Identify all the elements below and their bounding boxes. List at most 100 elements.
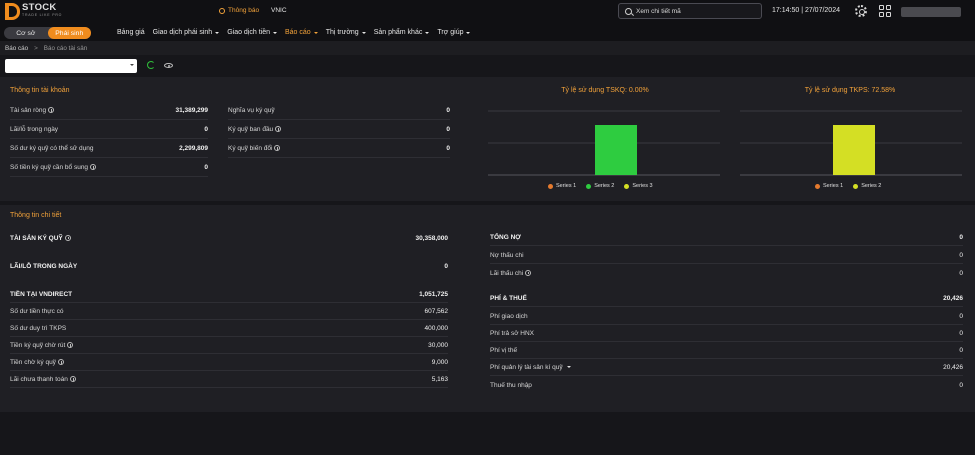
nav-item-giao-dich-tien[interactable]: Giao dịch tiền — [227, 29, 277, 36]
chart-title-tkps: Tỷ lệ sử dụng TKPS: 72.58% — [804, 87, 896, 94]
row-value: 20,426 — [943, 295, 963, 302]
apps-grid-icon[interactable] — [879, 5, 891, 17]
row-label-text: Số dư duy trì TKPS — [10, 325, 67, 332]
chevron-down-icon — [425, 31, 430, 34]
row-tien-cho-ky-quy: Tiền chờ ký quỹ 9,000 — [10, 355, 448, 371]
info-icon[interactable] — [57, 359, 64, 366]
row-label-text: Ký quỹ biến đổi — [228, 145, 273, 152]
info-icon[interactable] — [274, 145, 281, 152]
nav-item-giao-dich-phai-sinh[interactable]: Giao dịch phái sinh — [153, 29, 220, 36]
row-label-text: Số dư tiền thực có — [10, 308, 64, 315]
row-so-tien-ky-quy-can-bo-sung: Số tiền ký quỹ cần bổ sung 0 — [10, 159, 208, 177]
row-label-text: PHÍ & THUẾ — [490, 295, 527, 302]
legend-item-series-3[interactable]: Series 3 — [624, 183, 653, 189]
eye-icon[interactable] — [164, 63, 173, 68]
toolbar — [0, 55, 975, 77]
logo-mark-icon — [5, 3, 20, 20]
toggle-co-so[interactable]: Cơ sở — [4, 27, 48, 39]
info-icon[interactable] — [67, 342, 74, 349]
row-label: TÀI SẢN KÝ QUỸ — [10, 235, 71, 242]
row-label-text: Tài sản ròng — [10, 107, 47, 114]
info-icon[interactable] — [69, 376, 76, 383]
user-account-menu[interactable] — [901, 7, 961, 17]
bar-series-2[interactable] — [833, 125, 875, 175]
row-label-text: Phí vị thế — [490, 347, 518, 354]
row-value: 0 — [204, 164, 208, 171]
row-label: Lãi thấu chi — [490, 269, 532, 277]
row-value: 0 — [446, 145, 450, 152]
symbol-search[interactable] — [618, 3, 762, 19]
nav-item-label: Trợ giúp — [437, 29, 464, 36]
info-icon[interactable] — [275, 126, 282, 133]
nav-item-label: Sản phẩm khác — [373, 29, 423, 36]
top-bar: STOCK TRADE LIKE PRO Thông báo VNIC 17:1… — [0, 0, 975, 24]
caret-down-icon[interactable] — [566, 366, 571, 369]
row-label: Tiền ký quỹ chờ rút — [10, 342, 74, 349]
info-icon[interactable] — [525, 269, 532, 276]
row-label: Ký quỹ ban đầu — [228, 126, 282, 133]
notification-button[interactable]: Thông báo — [219, 7, 259, 14]
account-info-title: Thông tin tài khoản — [10, 87, 70, 94]
legend-item-series-2[interactable]: Series 2 — [853, 183, 881, 189]
account-info-panel: Thông tin tài khoản Tài sản ròng 31,389,2… — [0, 77, 975, 201]
legend-dot-icon — [624, 183, 630, 189]
row-value: 0 — [959, 330, 963, 337]
row-value: 0 — [959, 313, 963, 320]
account-select[interactable] — [5, 59, 137, 73]
row-label: Số dư duy trì TKPS — [10, 325, 66, 332]
row-so-du-ky-quy-co-the-su-dung: Số dư ký quỹ có thể sử dụng 2,299,809 — [10, 140, 208, 158]
row-label-text: Phí giao dịch — [490, 313, 528, 320]
info-icon[interactable] — [48, 107, 55, 114]
info-icon[interactable] — [64, 234, 71, 241]
row-label: Tài sản ròng — [10, 107, 55, 114]
row-value: 0 — [446, 107, 450, 114]
row-label-text: Ký quỹ ban đầu — [228, 126, 274, 133]
row-so-du-duy-tri-tkps: Số dư duy trì TKPS 400,000 — [10, 321, 448, 337]
row-phi-vi-the: Phí vị thế 0 — [490, 343, 963, 359]
row-tai-san-rong: Tài sản ròng 31,389,299 — [10, 102, 208, 120]
nav-item-san-pham-khac[interactable]: Sản phẩm khác — [374, 29, 430, 36]
breadcrumb-root[interactable]: Báo cáo — [5, 45, 28, 52]
info-icon[interactable] — [90, 164, 97, 171]
row-value: 9,000 — [431, 359, 448, 366]
row-value: 0 — [959, 381, 963, 389]
nav-item-bang-gia[interactable]: Bảng giá — [117, 29, 145, 36]
detail-info-title: Thông tin chi tiết — [10, 212, 62, 219]
row-label-text: Thuế thu nhập — [490, 381, 532, 389]
row-phi-thue: PHÍ & THUẾ 20,426 — [490, 291, 963, 307]
row-value: 31,389,299 — [175, 107, 208, 114]
bar-series-2[interactable] — [595, 125, 637, 175]
row-label: Ký quỹ biến đổi — [228, 145, 281, 152]
legend-item-series-1[interactable]: Series 1 — [815, 183, 843, 189]
row-label: Số dư ký quỹ có thể sử dụng — [10, 145, 94, 152]
row-value: 0 — [444, 262, 448, 270]
row-nghia-vu-ky-quy: Nghĩa vụ ký quỹ 0 — [228, 102, 450, 120]
tskq-chart-legend: Series 1 Series 2 Series 3 — [548, 183, 653, 189]
row-label-text: Nợ thấu chi — [490, 252, 524, 259]
row-label-text: Lãi chưa thanh toán — [10, 376, 68, 383]
row-value: 5,163 — [431, 376, 448, 383]
nav-item-bao-cao[interactable]: Báo cáo — [285, 29, 318, 36]
row-lai-thau-chi: Lãi thấu chi 0 — [490, 265, 963, 281]
toggle-phai-sinh[interactable]: Phái sinh — [47, 27, 91, 39]
row-value: 0 — [204, 126, 208, 133]
index-ticker[interactable]: VNIC — [271, 7, 287, 14]
chevron-down-icon — [313, 31, 318, 34]
row-label-text: TỔNG NỢ — [490, 234, 521, 241]
logo[interactable]: STOCK TRADE LIKE PRO — [5, 3, 62, 20]
search-icon — [625, 7, 632, 15]
nav-item-tro-giup[interactable]: Trợ giúp — [437, 29, 471, 36]
refresh-icon[interactable] — [147, 61, 155, 69]
row-label: Tiền chờ ký quỹ — [10, 359, 64, 366]
bell-icon — [219, 7, 225, 14]
legend-item-series-2[interactable]: Series 2 — [586, 183, 614, 189]
row-value: 0 — [959, 269, 963, 277]
row-tong-no: TỔNG NỢ 0 — [490, 230, 963, 246]
search-input[interactable] — [636, 7, 756, 15]
nav-item-thi-truong[interactable]: Thị trường — [326, 29, 366, 36]
breadcrumb: Báo cáo > Báo cáo tài sản — [0, 41, 975, 55]
legend-item-series-1[interactable]: Series 1 — [548, 183, 576, 189]
row-lai-chua-thanh-toan: Lãi chưa thanh toán 5,163 — [10, 372, 448, 388]
gear-icon[interactable] — [855, 5, 867, 17]
row-label-text: Tiền ký quỹ chờ rút — [10, 342, 66, 349]
